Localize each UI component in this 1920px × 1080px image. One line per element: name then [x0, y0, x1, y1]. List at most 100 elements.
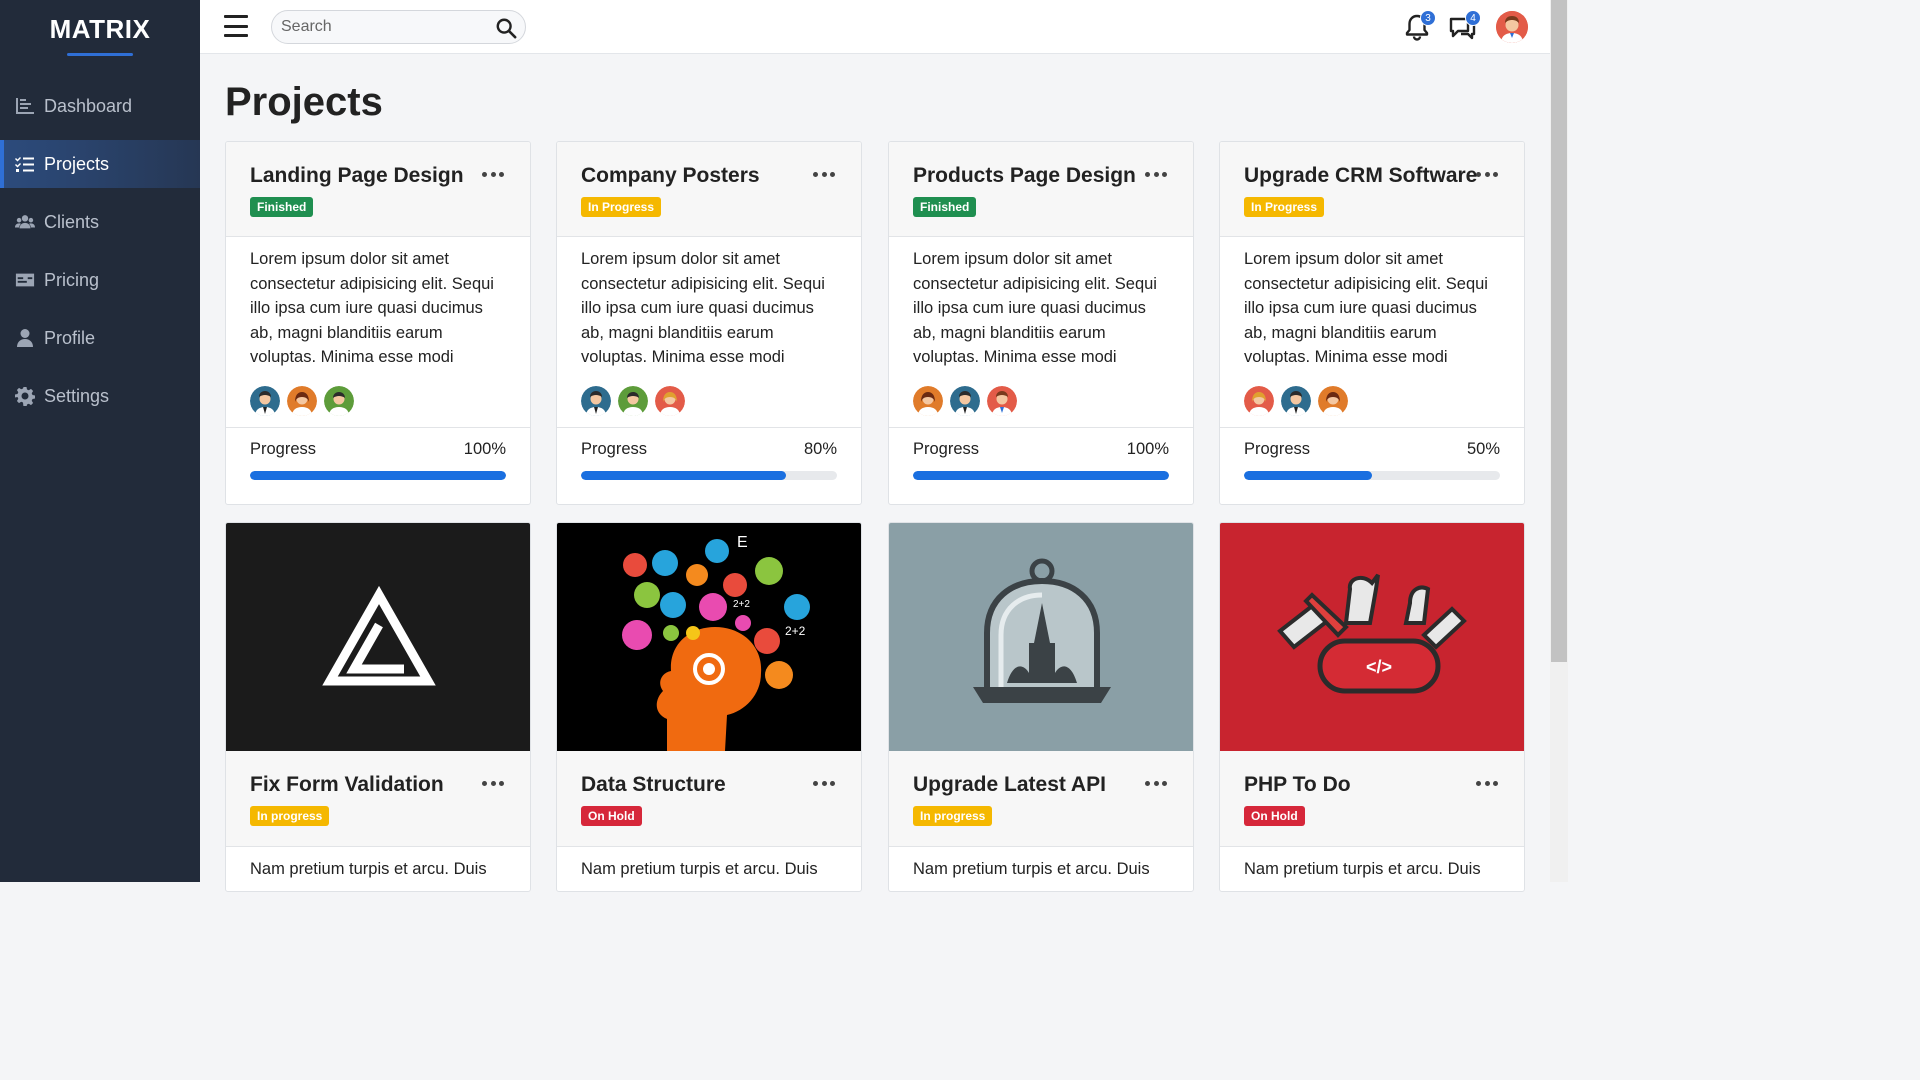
card-description: Lorem ipsum dolor sit amet consectetur a…: [1244, 250, 1488, 366]
card-title: Company Posters: [581, 164, 760, 187]
card-description: Nam pretium turpis et arcu. Duis: [581, 860, 818, 878]
sidebar-item-pricing[interactable]: Pricing: [0, 256, 200, 304]
notifications-count-badge: 3: [1420, 10, 1436, 26]
progress-label: Progress: [913, 440, 980, 458]
avatar[interactable]: [581, 385, 611, 416]
project-card: Landing Page Design Finished Lorem ipsum…: [225, 141, 531, 505]
avatar[interactable]: [250, 385, 280, 416]
card-description: Nam pretium turpis et arcu. Duis: [250, 860, 487, 878]
card-header: Products Page Design Finished: [889, 142, 1193, 237]
search-input[interactable]: [272, 11, 482, 43]
card-header: Upgrade CRM Software In Progress: [1220, 142, 1524, 237]
sidebar-item-label: Settings: [44, 385, 110, 406]
user-icon: [14, 327, 36, 349]
status-badge: In Progress: [581, 197, 662, 217]
avatar[interactable]: [950, 385, 980, 416]
avatar[interactable]: [618, 385, 648, 416]
team-avatars: [913, 385, 1169, 416]
more-options-icon[interactable]: [482, 781, 504, 787]
messages-count-badge: 4: [1465, 10, 1481, 26]
card-body: Lorem ipsum dolor sit amet consectetur a…: [557, 237, 861, 428]
search-icon[interactable]: [495, 17, 517, 39]
progress-section: Progress 50%: [1220, 428, 1524, 504]
list-icon: [14, 153, 36, 175]
status-badge: On Hold: [1244, 806, 1305, 826]
status-badge: Finished: [913, 197, 977, 217]
progress-value: 100%: [463, 440, 506, 458]
svg-text:2+2: 2+2: [733, 599, 750, 610]
card-title: Upgrade CRM Software: [1244, 164, 1478, 187]
project-card: Company Posters In Progress Lorem ipsum …: [556, 141, 862, 505]
progress-value: 100%: [1126, 440, 1169, 458]
card-icon: [14, 269, 36, 291]
progress-section: Progress 100%: [226, 428, 530, 504]
logo[interactable]: MATRIX: [0, 0, 200, 66]
user-avatar[interactable]: [1496, 11, 1528, 43]
team-avatars: [250, 385, 506, 416]
page-scrollbar[interactable]: [1550, 0, 1568, 882]
avatar[interactable]: [655, 385, 685, 416]
bell-jar-image: [889, 523, 1193, 751]
sidebar-item-label: Profile: [44, 327, 96, 348]
card-body: Lorem ipsum dolor sit amet consectetur a…: [1220, 237, 1524, 428]
more-options-icon[interactable]: [1145, 781, 1167, 787]
card-title: Upgrade Latest API: [913, 773, 1106, 796]
page-title: Projects: [225, 80, 383, 124]
avatar[interactable]: [1281, 385, 1311, 416]
card-header: Data Structure On Hold: [557, 751, 861, 847]
messages-button[interactable]: 4: [1447, 10, 1481, 42]
svg-text:E: E: [737, 534, 748, 551]
card-header: PHP To Do On Hold: [1220, 751, 1524, 847]
svg-text:2+2: 2+2: [785, 624, 806, 638]
status-badge: Finished: [250, 197, 314, 217]
card-header: Upgrade Latest API In progress: [889, 751, 1193, 847]
sidebar-item-label: Projects: [44, 153, 110, 174]
logo-text: MATRIX: [49, 14, 151, 44]
more-options-icon[interactable]: [1145, 172, 1167, 178]
sidebar-item-projects[interactable]: Projects: [0, 140, 200, 188]
avatar[interactable]: [1318, 385, 1348, 416]
sidebar-item-dashboard[interactable]: Dashboard: [0, 82, 200, 130]
task-card: Fix Form Validation In progress Nam pret…: [225, 522, 531, 892]
progress-bar: [913, 471, 1169, 480]
sidebar-nav: Dashboard Projects Clients Pricing Profi…: [0, 82, 200, 420]
progress-section: Progress 100%: [889, 428, 1193, 504]
avatar[interactable]: [913, 385, 943, 416]
chart-icon: [14, 95, 36, 117]
sidebar-item-label: Pricing: [44, 269, 100, 290]
progress-bar: [250, 471, 506, 480]
avatar[interactable]: [324, 385, 354, 416]
more-options-icon[interactable]: [482, 172, 504, 178]
card-description: Nam pretium turpis et arcu. Duis: [1244, 860, 1481, 878]
users-icon: [14, 211, 36, 233]
progress-label: Progress: [1244, 440, 1311, 458]
card-body: Lorem ipsum dolor sit amet consectetur a…: [226, 237, 530, 428]
brain-ideas-image: E 2+2 2+2: [557, 523, 861, 751]
sidebar-item-clients[interactable]: Clients: [0, 198, 200, 246]
sidebar-item-profile[interactable]: Profile: [0, 314, 200, 362]
card-header: Landing Page Design Finished: [226, 142, 530, 237]
topbar: 3 4: [200, 0, 1550, 54]
more-options-icon[interactable]: [1476, 781, 1498, 787]
card-description: Lorem ipsum dolor sit amet consectetur a…: [913, 250, 1157, 366]
avatar[interactable]: [1244, 385, 1274, 416]
card-body: Lorem ipsum dolor sit amet consectetur a…: [889, 237, 1193, 428]
menu-toggle-icon[interactable]: [224, 15, 248, 37]
card-description: Nam pretium turpis et arcu. Duis: [913, 860, 1150, 878]
project-card: Products Page Design Finished Lorem ipsu…: [888, 141, 1194, 505]
more-options-icon[interactable]: [1476, 172, 1498, 178]
more-options-icon[interactable]: [813, 781, 835, 787]
progress-fill: [581, 471, 786, 480]
scrollbar-thumb[interactable]: [1551, 0, 1567, 662]
notifications-button[interactable]: 3: [1402, 10, 1436, 42]
avatar[interactable]: [987, 385, 1017, 416]
sidebar-item-settings[interactable]: Settings: [0, 372, 200, 420]
sidebar: MATRIX Dashboard Projects Clients Pricin…: [0, 0, 200, 882]
card-header: Company Posters In Progress: [557, 142, 861, 237]
more-options-icon[interactable]: [813, 172, 835, 178]
progress-value: 80%: [803, 440, 837, 458]
svg-text:</>: </>: [1366, 657, 1392, 677]
avatar[interactable]: [287, 385, 317, 416]
card-header: Fix Form Validation In progress: [226, 751, 530, 847]
task-card: </> PHP To Do On Hold Nam pretium turpis…: [1219, 522, 1525, 892]
